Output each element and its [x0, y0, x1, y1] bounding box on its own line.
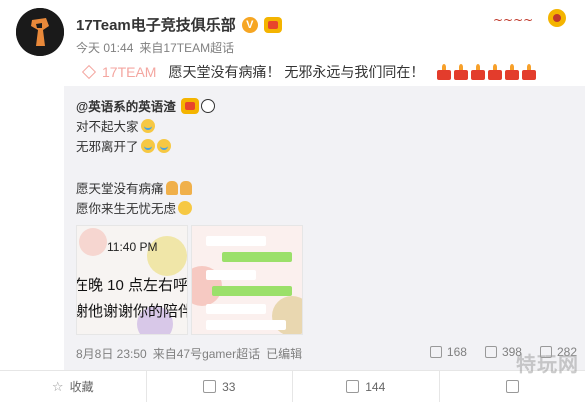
crying-emoji-icon: [140, 138, 155, 153]
repost-text: 愿天堂没有病痛！ 无邪永远与我们同在！: [168, 64, 425, 80]
mention-line: @英语系的英语渣: [76, 96, 215, 115]
post-meta: 今天 01:44 来自 17TEAM超话: [76, 39, 234, 56]
image-thumbnail-2[interactable]: [191, 225, 303, 335]
comment-count: 144: [365, 379, 386, 394]
original-repost-count[interactable]: 168: [429, 345, 467, 359]
post-line-text: 愿天堂没有病痛: [76, 182, 164, 196]
favorite-button[interactable]: ☆ 收藏: [0, 371, 146, 402]
mention-link[interactable]: @英语系的英语渣: [76, 96, 176, 115]
member-badge-icon: [263, 16, 282, 33]
like-icon: [505, 380, 519, 393]
original-source[interactable]: 47号gamer超话: [177, 345, 260, 362]
panda-icon: [200, 98, 215, 113]
candle-icon: [488, 64, 503, 80]
chicken-dinner-sticker-icon: ~~~~: [493, 9, 566, 27]
repost-user[interactable]: 17TEAM: [102, 64, 156, 80]
post-line: 对不起大家: [76, 116, 155, 135]
image-text-line: 谢他谢谢你的陪伴: [76, 303, 188, 320]
stat-value: 168: [446, 345, 467, 359]
pray-emoji-icon: [179, 180, 192, 195]
repost-icon: [203, 380, 217, 393]
repost-button[interactable]: 33: [145, 371, 293, 402]
candle-icon: [454, 64, 469, 80]
watermark: 特玩网: [516, 354, 579, 376]
source-prefix: 来自: [152, 347, 177, 361]
post-line-text: 愿你来生无忧无虑: [76, 202, 177, 216]
original-post-panel[interactable]: @英语系的英语渣 对不起大家 无邪离开了 愿天堂没有病痛 愿你来生无忧无虑 11…: [64, 86, 585, 370]
comment-icon: [346, 380, 360, 393]
image-time-text: 11:40 PM: [107, 240, 158, 254]
pray-emoji-icon: [165, 180, 178, 195]
svg-text:~~~~: ~~~~: [493, 13, 533, 27]
crying-emoji-icon: [156, 138, 171, 153]
comment-icon: [484, 346, 497, 358]
post-time[interactable]: 今天 01:44: [76, 39, 133, 56]
repost-comment: 17TEAM 愿天堂没有病痛！ 无邪永远与我们同在！: [81, 62, 537, 82]
comment-button[interactable]: 144: [292, 371, 439, 402]
post-line-text: 无邪离开了: [76, 140, 139, 154]
crying-emoji-icon: [140, 118, 155, 133]
action-bar: ☆ 收藏 33 144: [0, 370, 585, 402]
post-line-text: 对不起大家: [76, 120, 139, 134]
candle-icon: [437, 64, 452, 80]
worried-emoji-icon: [178, 200, 193, 215]
repost-count: 33: [222, 379, 236, 394]
favorite-label: 收藏: [69, 380, 94, 394]
candle-icon: [505, 64, 520, 80]
original-date[interactable]: 8月8日 23:50: [76, 345, 147, 362]
edited-label[interactable]: 已编辑: [266, 345, 302, 362]
post-line: 愿你来生无忧无虑: [76, 198, 193, 217]
candle-icon: [522, 64, 537, 80]
member-badge-icon: [180, 97, 199, 114]
post-line: 无邪离开了: [76, 136, 171, 155]
source-prefix: 来自: [139, 41, 164, 55]
author-name[interactable]: 17Team电子竞技俱乐部: [76, 14, 236, 35]
post-line: 愿天堂没有病痛: [76, 178, 192, 197]
repost-icon: [429, 346, 442, 358]
image-text-line: 在晚 10 点左右呼吸: [76, 277, 188, 294]
candle-icon: [471, 64, 486, 80]
diamond-icon: [81, 64, 97, 80]
post-source[interactable]: 17TEAM超话: [163, 39, 234, 56]
avatar[interactable]: [16, 8, 64, 56]
star-icon: ☆: [51, 379, 64, 394]
original-meta: 8月8日 23:50 来自 47号gamer超话 已编辑: [76, 345, 302, 362]
image-thumbnail-1[interactable]: 11:40 PM 在晚 10 点左右呼吸 谢他谢谢你的陪伴: [76, 225, 188, 335]
verified-icon: V: [241, 16, 258, 33]
